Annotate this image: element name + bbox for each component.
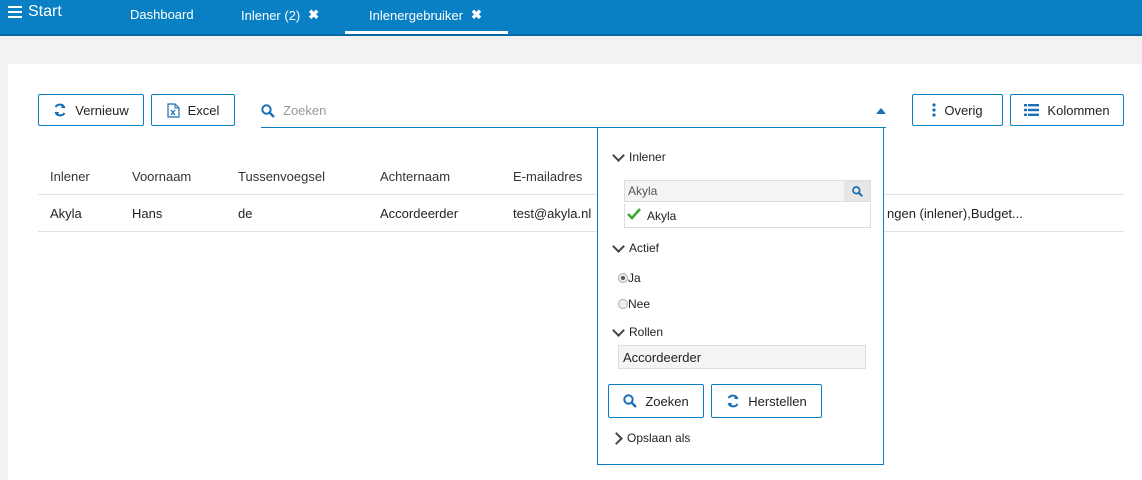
search-icon[interactable]	[844, 181, 870, 201]
tab-label: Dashboard	[130, 7, 194, 22]
cell-rollen: ngen (inlener),Budget...	[887, 206, 1023, 221]
option-label: Akyla	[647, 208, 677, 223]
section-rollen[interactable]: Rollen	[612, 323, 664, 339]
refresh-icon	[53, 103, 67, 117]
refresh-icon	[726, 394, 740, 408]
vertical-ellipsis-icon	[932, 103, 936, 117]
section-label: Actief	[629, 241, 660, 255]
section-label: Rollen	[629, 325, 664, 339]
inlener-option-selected[interactable]: Akyla	[624, 204, 871, 228]
radio-ja[interactable]: Ja	[618, 271, 641, 285]
cell-achternaam: Accordeerder	[380, 206, 459, 221]
section-inlener[interactable]: Inlener	[612, 148, 666, 164]
row-divider	[38, 231, 1124, 232]
cell-email: test@akyla.nl	[513, 206, 592, 221]
button-label: Herstellen	[748, 393, 807, 409]
inlener-search-value: Akyla	[628, 184, 658, 198]
chevron-down-icon	[612, 323, 625, 337]
section-actief[interactable]: Actief	[612, 239, 660, 255]
column-header-achternaam[interactable]: Achternaam	[380, 169, 450, 184]
more-button[interactable]: Overig	[912, 94, 1003, 126]
search-bar	[261, 94, 886, 128]
search-icon	[623, 394, 638, 408]
columns-button[interactable]: Kolommen	[1010, 94, 1124, 126]
refresh-button[interactable]: Vernieuw	[38, 94, 144, 126]
tab-label: Inlener (2)	[241, 7, 301, 23]
start-menu-button[interactable]: Start	[8, 3, 62, 21]
filter-dropdown: Inlener Akyla Akyla Actief Ja Nee Rollen…	[597, 127, 884, 465]
top-navigation-bar: Start Dashboard Inlener (2) ✖ Inlenergeb…	[0, 0, 1142, 36]
inlener-search-field[interactable]: Akyla	[624, 180, 871, 202]
chevron-down-icon	[612, 239, 625, 253]
columns-label: Kolommen	[1047, 102, 1110, 118]
cell-inlener: Akyla	[50, 206, 82, 221]
more-label: Overig	[944, 102, 983, 118]
column-header-voornaam[interactable]: Voornaam	[132, 169, 191, 184]
search-input[interactable]	[281, 102, 845, 119]
radio-unselected-icon	[618, 299, 628, 309]
save-as-toggle[interactable]: Opslaan als	[610, 431, 691, 445]
list-icon	[1024, 104, 1040, 116]
column-header-tussenvoegsel[interactable]: Tussenvoegsel	[238, 169, 325, 184]
close-tab-icon[interactable]: ✖	[471, 7, 482, 23]
section-label: Opslaan als	[627, 431, 691, 445]
refresh-label: Vernieuw	[75, 102, 129, 118]
radio-label: Ja	[628, 271, 641, 285]
column-header-inlener[interactable]: Inlener	[50, 169, 90, 184]
rollen-value: Accordeerder	[623, 349, 702, 365]
excel-button[interactable]: Excel	[151, 94, 235, 126]
collapse-filter-caret-icon[interactable]	[876, 108, 886, 114]
header-divider	[38, 194, 1124, 195]
start-label: Start	[28, 3, 62, 20]
hamburger-icon	[8, 6, 22, 18]
rollen-field[interactable]: Accordeerder	[618, 345, 866, 369]
tab-label: Inlenergebruiker	[369, 7, 463, 23]
radio-selected-icon	[618, 273, 628, 283]
button-label: Zoeken	[645, 393, 689, 409]
close-tab-icon[interactable]: ✖	[308, 7, 319, 23]
tab-inlenergebruiker[interactable]: Inlenergebruiker ✖	[369, 7, 482, 23]
filter-search-button[interactable]: Zoeken	[608, 384, 704, 418]
column-header-emailadres[interactable]: E-mailadres	[513, 169, 582, 184]
excel-file-icon	[166, 102, 180, 118]
cell-tussenvoegsel: de	[238, 206, 253, 221]
radio-label: Nee	[628, 297, 651, 311]
search-icon	[261, 103, 275, 118]
checkmark-icon	[627, 208, 641, 223]
radio-nee[interactable]: Nee	[618, 297, 650, 311]
active-tab-indicator	[345, 31, 508, 34]
tab-dashboard[interactable]: Dashboard	[130, 7, 194, 22]
tab-inlener[interactable]: Inlener (2) ✖	[241, 7, 319, 23]
main-panel: Vernieuw Excel Overig Kolommen Inlener V…	[8, 64, 1142, 480]
filter-reset-button[interactable]: Herstellen	[711, 384, 822, 418]
excel-label: Excel	[187, 102, 220, 118]
cell-voornaam: Hans	[132, 206, 163, 221]
section-label: Inlener	[629, 150, 666, 164]
chevron-right-icon	[610, 431, 623, 445]
chevron-down-icon	[612, 148, 625, 162]
